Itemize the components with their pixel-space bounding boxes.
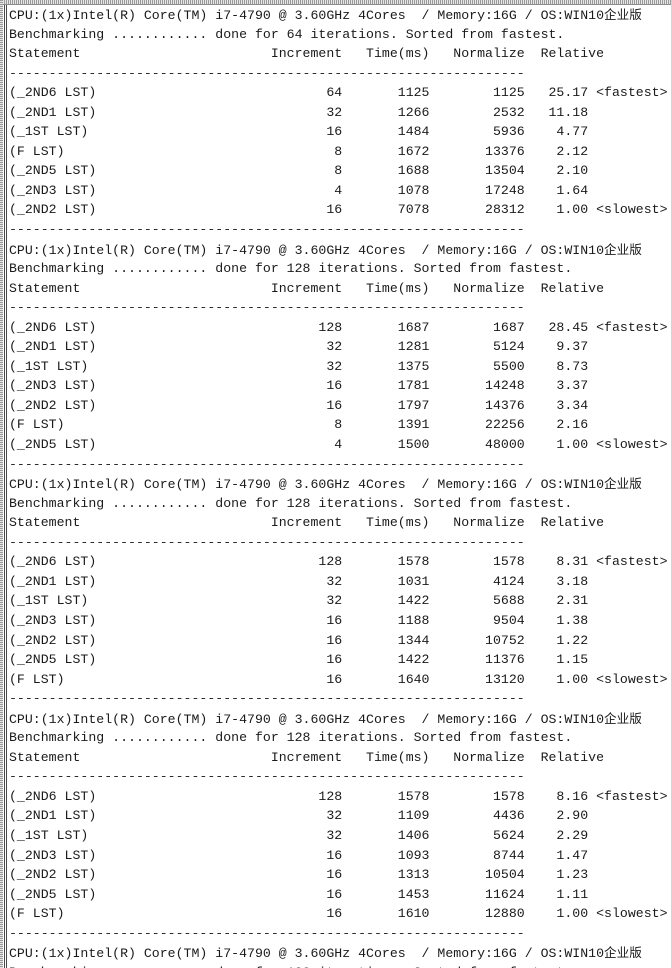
table-row[interactable]: (_2ND2 LST) 16 1344 10752 1.22 <box>9 631 671 651</box>
separator-rule: ----------------------------------------… <box>9 456 525 472</box>
table-row[interactable]: (F LST) 8 1672 13376 2.12 <box>9 142 671 162</box>
table-row[interactable]: (_1ST LST) 16 1484 5936 4.77 <box>9 122 671 142</box>
cpu-info-line: CPU:(1x)Intel(R) Core(TM) i7-4790 @ 3.60… <box>9 710 642 727</box>
table-row[interactable]: (_2ND6 LST) 128 1578 1578 8.16 <fastest> <box>9 787 671 807</box>
os-edition-cjk: 企业版 <box>604 476 642 492</box>
console-output-text[interactable]: CPU:(1x)Intel(R) Core(TM) i7-4790 @ 3.60… <box>9 5 671 968</box>
console-window: CPU:(1x)Intel(R) Core(TM) i7-4790 @ 3.60… <box>0 0 671 968</box>
separator-rule: ----------------------------------------… <box>9 769 525 785</box>
table-row[interactable]: (_2ND2 LST) 16 1313 10504 1.23 <box>9 865 671 885</box>
os-edition-cjk: 企业版 <box>604 710 642 726</box>
table-row[interactable]: (_2ND5 LST) 16 1422 11376 1.15 <box>9 650 671 670</box>
table-row[interactable]: (_1ST LST) 32 1406 5624 2.29 <box>9 826 671 846</box>
table-row[interactable]: (_2ND1 LST) 32 1109 4436 2.90 <box>9 806 671 826</box>
separator-rule: ----------------------------------------… <box>9 691 525 707</box>
cpu-info-line: CPU:(1x)Intel(R) Core(TM) i7-4790 @ 3.60… <box>9 476 642 493</box>
table-row[interactable]: (_2ND6 LST) 64 1125 1125 25.17 <fastest> <box>9 83 671 103</box>
column-header-row: Statement Increment Time(ms) Normalize R… <box>9 515 605 531</box>
table-row[interactable]: (_2ND5 LST) 8 1688 13504 2.10 <box>9 161 671 181</box>
column-header-row: Statement Increment Time(ms) Normalize R… <box>9 46 605 62</box>
column-header-row: Statement Increment Time(ms) Normalize R… <box>9 749 605 765</box>
os-edition-cjk: 企业版 <box>604 241 642 257</box>
window-left-rule <box>4 5 7 968</box>
separator-rule: ----------------------------------------… <box>9 300 525 316</box>
benchmark-summary-line: Benchmarking ............ done for 64 it… <box>9 26 565 42</box>
separator-rule: ----------------------------------------… <box>9 65 525 81</box>
table-row[interactable]: (F LST) 8 1391 22256 2.16 <box>9 415 671 435</box>
table-row[interactable]: (_2ND3 LST) 4 1078 17248 1.64 <box>9 181 671 201</box>
cpu-info-line: CPU:(1x)Intel(R) Core(TM) i7-4790 @ 3.60… <box>9 7 642 23</box>
table-row[interactable]: (_1ST LST) 32 1375 5500 8.73 <box>9 357 671 377</box>
os-edition-cjk: 企业版 <box>604 7 642 22</box>
column-header-row: Statement Increment Time(ms) Normalize R… <box>9 280 605 296</box>
table-row[interactable]: (_2ND2 LST) 16 1797 14376 3.34 <box>9 396 671 416</box>
cpu-info-line: CPU:(1x)Intel(R) Core(TM) i7-4790 @ 3.60… <box>9 945 642 962</box>
table-row[interactable]: (_2ND1 LST) 32 1281 5124 9.37 <box>9 337 671 357</box>
table-row[interactable]: (_2ND1 LST) 32 1266 2532 11.18 <box>9 103 671 123</box>
table-row[interactable]: (F LST) 16 1640 13120 1.00 <slowest> <box>9 670 671 690</box>
table-row[interactable]: (_2ND2 LST) 16 7078 28312 1.00 <slowest> <box>9 200 671 220</box>
table-row[interactable]: (_2ND6 LST) 128 1578 1578 8.31 <fastest> <box>9 552 671 572</box>
table-row[interactable]: (_2ND1 LST) 32 1031 4124 3.18 <box>9 572 671 592</box>
table-row[interactable]: (F LST) 16 1610 12880 1.00 <slowest> <box>9 904 671 924</box>
benchmark-summary-line: Benchmarking ............ done for 128 i… <box>9 730 573 746</box>
table-row[interactable]: (_1ST LST) 32 1422 5688 2.31 <box>9 591 671 611</box>
table-row[interactable]: (_2ND3 LST) 16 1781 14248 3.37 <box>9 376 671 396</box>
benchmark-summary-line: Benchmarking ............ done for 128 i… <box>9 261 573 277</box>
separator-rule: ----------------------------------------… <box>9 534 525 550</box>
os-edition-cjk: 企业版 <box>604 945 642 961</box>
cpu-info-line: CPU:(1x)Intel(R) Core(TM) i7-4790 @ 3.60… <box>9 241 642 258</box>
table-row[interactable]: (_2ND6 LST) 128 1687 1687 28.45 <fastest… <box>9 318 671 338</box>
benchmark-summary-line: Benchmarking ............ done for 128 i… <box>9 963 671 968</box>
window-left-border <box>0 0 3 968</box>
benchmark-summary-line: Benchmarking ............ done for 128 i… <box>9 495 573 511</box>
table-row[interactable]: (_2ND3 LST) 16 1188 9504 1.38 <box>9 611 671 631</box>
separator-rule: ----------------------------------------… <box>9 925 525 941</box>
table-row[interactable]: (_2ND3 LST) 16 1093 8744 1.47 <box>9 846 671 866</box>
table-row[interactable]: (_2ND5 LST) 4 1500 48000 1.00 <slowest> <box>9 435 671 455</box>
table-row[interactable]: (_2ND5 LST) 16 1453 11624 1.11 <box>9 885 671 905</box>
separator-rule: ----------------------------------------… <box>9 222 525 238</box>
